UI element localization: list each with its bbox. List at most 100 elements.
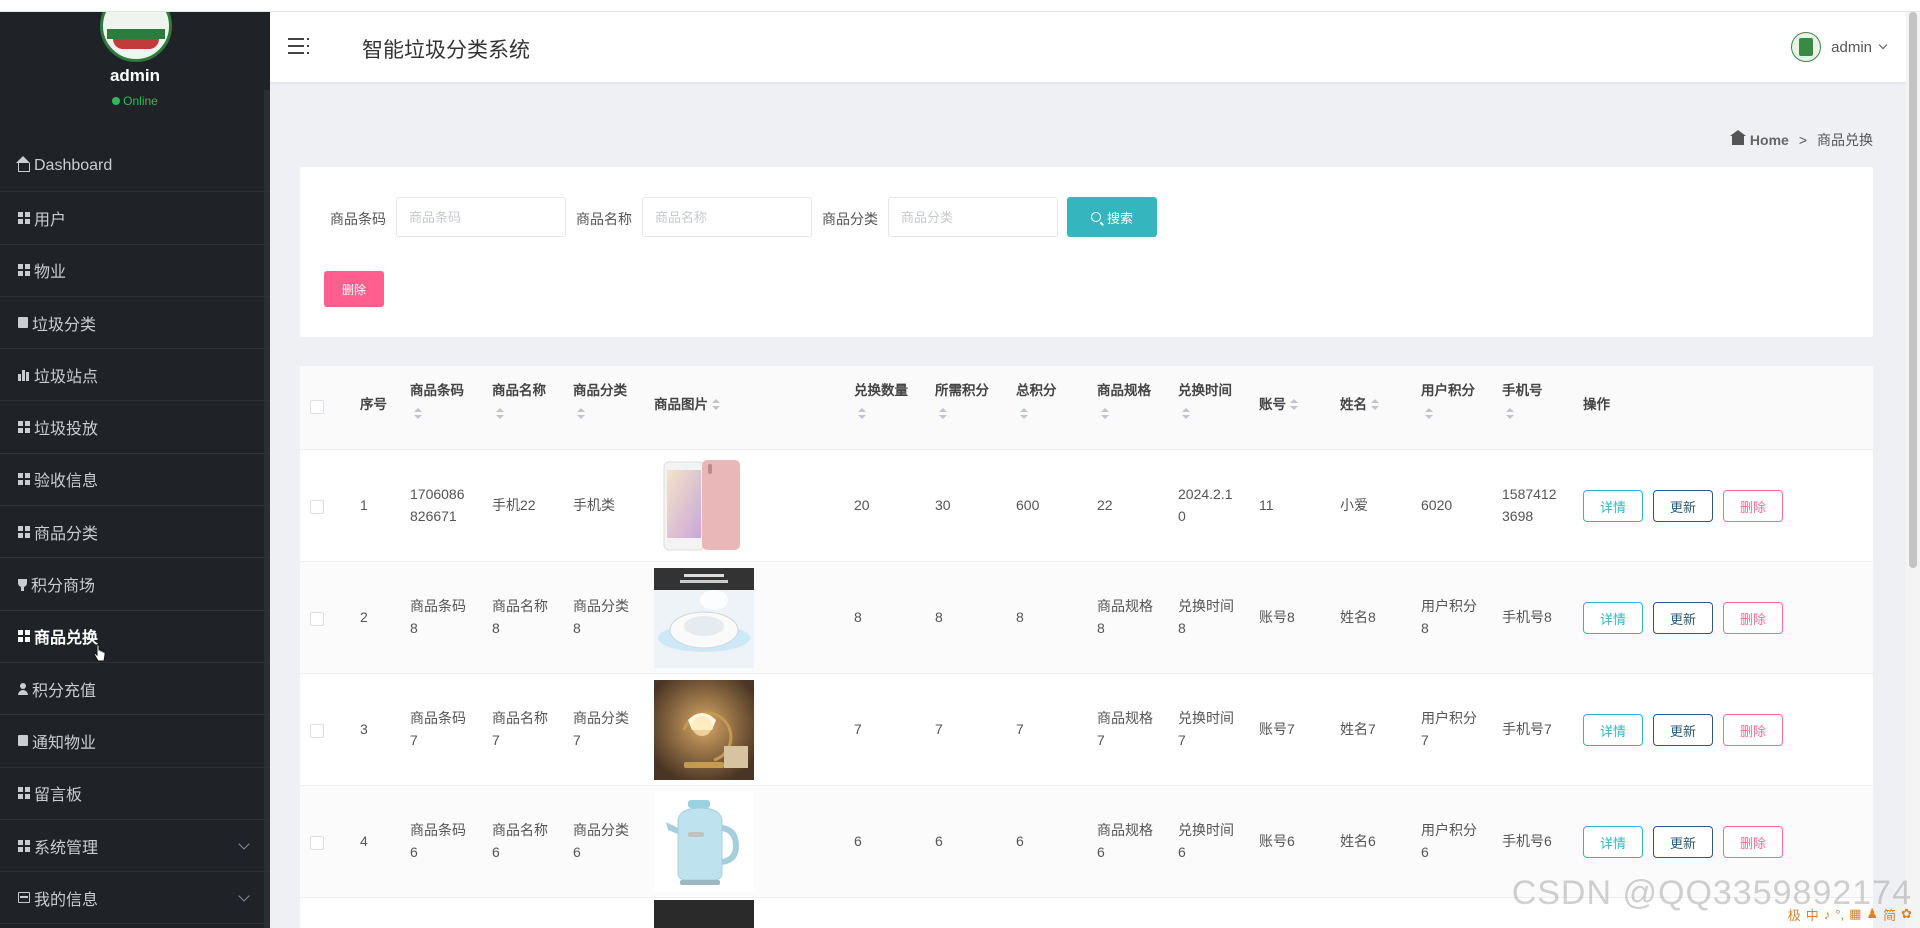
select-all-checkbox[interactable] [310,400,324,414]
exchange-table: 序号 商品条码 商品名称 商品分类 商品图片 兑换数量 所需积分 总积分 商品规格 兑换时间 账号姓… [300,366,1873,928]
menu-toggle-icon[interactable] [288,36,310,56]
sort-icon[interactable] [1020,408,1028,420]
sort-icon[interactable] [1290,399,1298,411]
row-checkbox[interactable] [310,612,324,626]
column-header[interactable]: 用户积分 [1421,380,1475,420]
delete-button[interactable]: 删除 [1723,490,1783,522]
column-header[interactable]: 总积分 [1016,380,1057,420]
row-checkbox[interactable] [310,836,324,850]
sort-icon[interactable] [712,399,720,411]
column-header[interactable]: 商品规格 [1097,380,1151,420]
column-header[interactable]: 商品分类 [573,380,627,420]
sidebar: admin Online Dashboard 用户 物业 垃圾分类 垃圾站点 垃圾投放 验收… [0,12,270,928]
column-header-label: 商品名称 [492,383,546,398]
sidebar-item-label: 商品兑换 [34,630,99,648]
tray-icon[interactable]: 中 [1806,905,1819,924]
account-cell: 账号6 [1259,833,1295,849]
phone-cell: 手机号6 [1502,830,1552,852]
product-name-input[interactable] [642,197,812,237]
search-button-label: 搜索 [1106,210,1133,226]
delete-button[interactable]: 删除 [1723,714,1783,746]
tray-icon[interactable]: ✿ [1901,906,1912,922]
batch-delete-button[interactable]: 删除 [324,271,384,307]
sort-icon[interactable] [1101,408,1109,420]
sidebar-item-10[interactable]: 积分充值 [0,663,270,716]
sidebar-item-2[interactable]: 物业 [0,245,270,297]
quantity-cell: 6 [854,833,862,849]
sidebar-item-14[interactable]: 我的信息 [0,872,270,925]
product-image[interactable] [654,456,754,556]
sidebar-item-12[interactable]: 留言板 [0,768,270,820]
detail-button[interactable]: 详情 [1583,826,1643,858]
sort-icon[interactable] [577,408,585,420]
sort-icon[interactable] [1371,399,1379,411]
product-name-cell: 手机22 [492,494,536,516]
sidebar-item-9[interactable]: 商品兑换 [0,611,270,663]
update-button[interactable]: 更新 [1653,714,1713,746]
tray-icon[interactable]: ♪ [1824,907,1831,922]
sort-icon[interactable] [1425,408,1433,420]
tray-icon[interactable]: ♟ [1866,906,1878,922]
detail-button[interactable]: 详情 [1583,490,1643,522]
column-header[interactable]: 商品条码 [410,380,464,420]
delete-button[interactable]: 删除 [1723,826,1783,858]
exchange-time-cell: 兑换时间 8 [1178,595,1234,639]
exchange-time-cell-line: 兑换时间 [1178,710,1234,726]
tray-icon[interactable]: ▦ [1849,906,1861,922]
sort-icon[interactable] [414,408,422,420]
sidebar-avatar [100,12,172,62]
document-icon [18,317,28,329]
sort-icon[interactable] [1182,408,1190,420]
sidebar-item-4[interactable]: 垃圾站点 [0,349,270,402]
sidebar-item-6[interactable]: 验收信息 [0,454,270,507]
product-name-cell-line: 7 [492,732,500,748]
column-header[interactable]: 兑换数量 [854,380,908,420]
sort-icon[interactable] [496,408,504,420]
update-button[interactable]: 更新 [1653,490,1713,522]
sidebar-item-8[interactable]: 积分商场 [0,558,270,611]
sidebar-item-7[interactable]: 商品分类 [0,506,270,559]
tray-icon[interactable]: °, [1835,907,1844,922]
product-image[interactable] [654,568,754,668]
sidebar-item-1[interactable]: 用户 [0,192,270,245]
sort-icon[interactable] [939,408,947,420]
sort-icon[interactable] [858,408,866,420]
sidebar-item-13[interactable]: 系统管理 [0,820,270,873]
column-header[interactable]: 商品图片 [654,394,720,416]
tray-icon[interactable]: 极 [1788,905,1801,924]
grid-icon [18,211,30,224]
breadcrumb-home[interactable]: Home [1750,132,1789,148]
sidebar-item-11[interactable]: 通知物业 [0,715,270,768]
product-image[interactable] [654,792,754,892]
update-button[interactable]: 更新 [1653,826,1713,858]
product-image[interactable] [654,680,754,780]
page-scrollbar-thumb[interactable] [1909,12,1917,568]
tray-icon[interactable]: 简 [1883,905,1896,924]
sidebar-item-0[interactable]: Dashboard [0,140,270,193]
spec-cell: 22 [1097,494,1113,516]
product-image[interactable] [654,900,754,928]
detail-button[interactable]: 详情 [1583,602,1643,634]
column-header[interactable]: 账号 [1259,394,1298,416]
barcode-cell-line: 6 [410,844,418,860]
sidebar-item-5[interactable]: 垃圾投放 [0,401,270,454]
barcode-input[interactable] [396,197,566,237]
breadcrumb-separator: > [1798,132,1807,148]
sort-icon[interactable] [1506,408,1514,420]
delete-button[interactable]: 删除 [1723,602,1783,634]
search-button[interactable]: 搜索 [1067,197,1157,237]
column-header[interactable]: 手机号 [1502,380,1543,420]
points-cell: 30 [935,497,951,513]
row-checkbox[interactable] [310,500,324,514]
column-header[interactable]: 商品名称 [492,380,546,420]
update-button[interactable]: 更新 [1653,602,1713,634]
column-header[interactable]: 姓名 [1340,394,1379,416]
product-category-input[interactable] [888,197,1058,237]
header-user-menu[interactable]: admin [1791,32,1888,62]
row-checkbox[interactable] [310,724,324,738]
detail-button[interactable]: 详情 [1583,714,1643,746]
column-header[interactable]: 兑换时间 [1178,380,1232,420]
column-header[interactable]: 所需积分 [935,380,989,420]
page-scrollbar[interactable] [1906,12,1920,928]
sidebar-item-3[interactable]: 垃圾分类 [0,297,270,350]
